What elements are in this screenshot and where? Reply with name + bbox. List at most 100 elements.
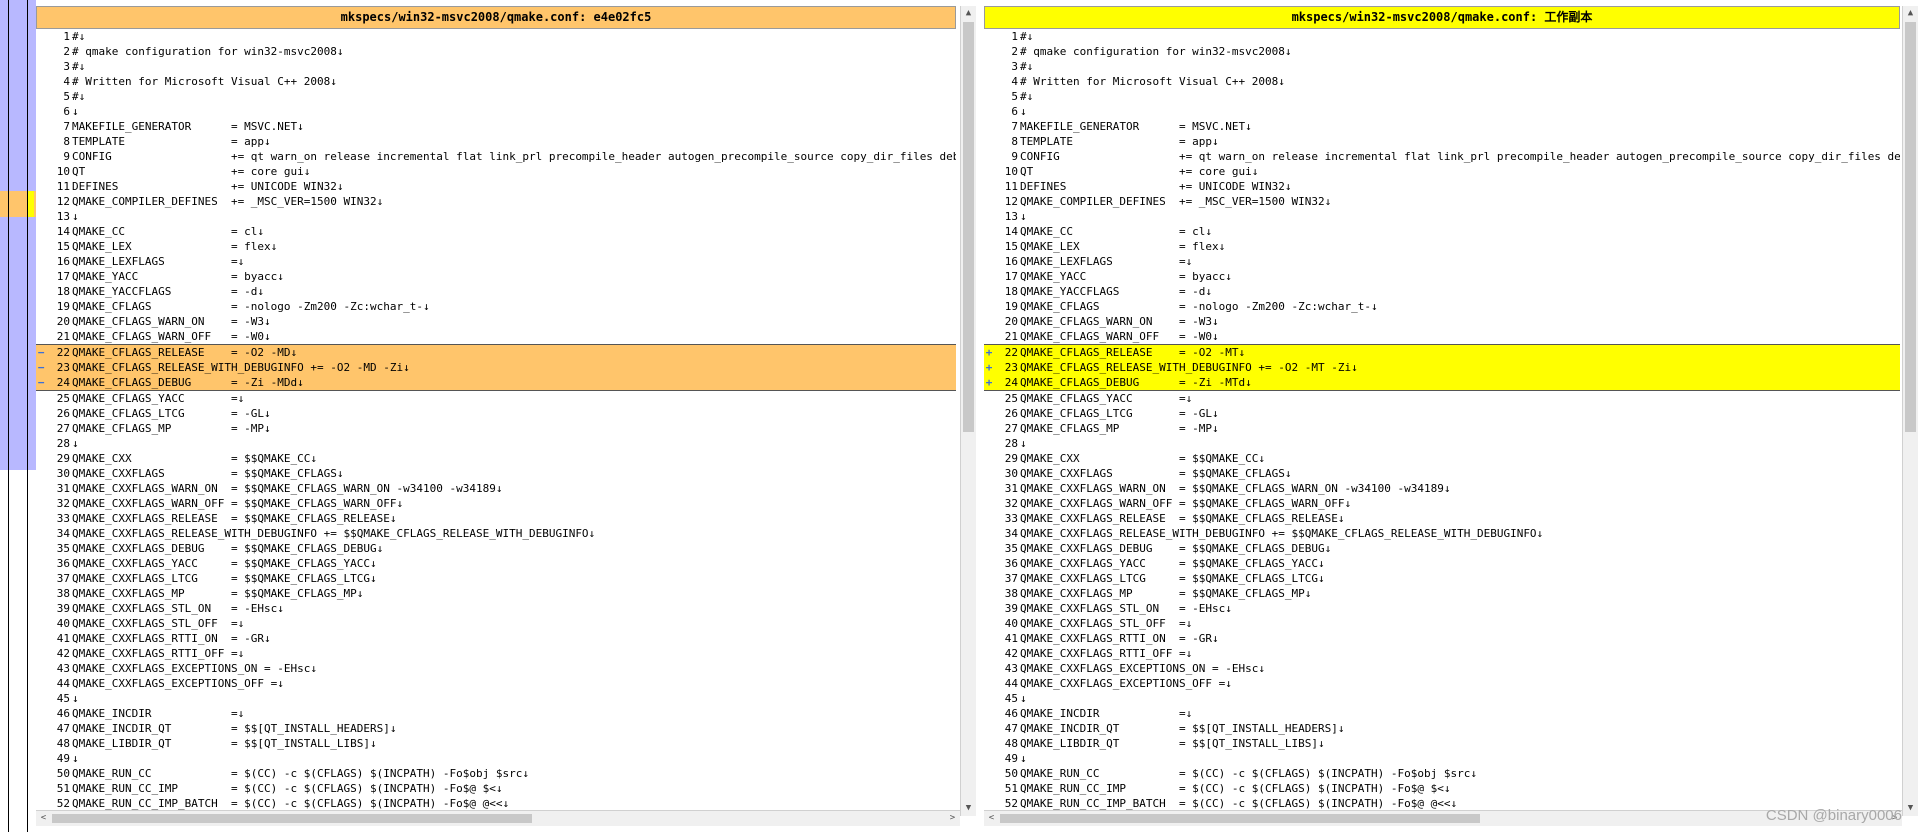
code-line[interactable]: 26 QMAKE_CFLAGS_LTCG = -GL↓ [36, 406, 956, 421]
code-line[interactable]: 40 QMAKE_CXXFLAGS_STL_OFF =↓ [36, 616, 956, 631]
code-line[interactable]: 34 QMAKE_CXXFLAGS_RELEASE_WITH_DEBUGINFO … [36, 526, 956, 541]
line-text[interactable]: #↓ [1020, 89, 1900, 104]
line-text[interactable]: QMAKE_YACCFLAGS = -d↓ [1020, 284, 1900, 299]
code-line[interactable]: 10 QT += core gui↓ [36, 164, 956, 179]
line-text[interactable]: QMAKE_CFLAGS_DEBUG = -Zi -MTd↓ [1020, 375, 1900, 390]
code-line[interactable]: 12 QMAKE_COMPILER_DEFINES += _MSC_VER=150… [36, 194, 956, 209]
line-text[interactable]: QMAKE_CXX = $$QMAKE_CC↓ [72, 451, 956, 466]
code-line[interactable]: 11 DEFINES += UNICODE WIN32↓ [984, 179, 1900, 194]
line-text[interactable]: QMAKE_LEXFLAGS =↓ [1020, 254, 1900, 269]
line-text[interactable]: CONFIG += qt warn_on release incremental… [72, 149, 956, 164]
code-line[interactable]: 35 QMAKE_CXXFLAGS_DEBUG = $$QMAKE_CFLAGS_… [36, 541, 956, 556]
changed-code-line[interactable]: −24 QMAKE_CFLAGS_DEBUG = -Zi -MDd↓ [36, 375, 956, 391]
diff-location-bar[interactable] [0, 0, 37, 832]
code-line[interactable]: 19 QMAKE_CFLAGS = -nologo -Zm200 -Zc:wcha… [984, 299, 1900, 314]
line-text[interactable]: ↓ [1020, 209, 1900, 224]
code-line[interactable]: 34 QMAKE_CXXFLAGS_RELEASE_WITH_DEBUGINFO … [984, 526, 1900, 541]
code-line[interactable]: 41 QMAKE_CXXFLAGS_RTTI_ON = -GR↓ [984, 631, 1900, 646]
code-line[interactable]: 44 QMAKE_CXXFLAGS_EXCEPTIONS_OFF =↓ [36, 676, 956, 691]
code-line[interactable]: 15 QMAKE_LEX = flex↓ [36, 239, 956, 254]
line-text[interactable]: ↓ [72, 751, 956, 766]
line-text[interactable]: QMAKE_INCDIR =↓ [72, 706, 956, 721]
code-line[interactable]: 32 QMAKE_CXXFLAGS_WARN_OFF = $$QMAKE_CFLA… [984, 496, 1900, 511]
code-line[interactable]: 5 #↓ [984, 89, 1900, 104]
line-text[interactable]: QMAKE_CXXFLAGS_RELEASE_WITH_DEBUGINFO +=… [1020, 526, 1900, 541]
code-line[interactable]: 27 QMAKE_CFLAGS_MP = -MP↓ [984, 421, 1900, 436]
line-text[interactable]: CONFIG += qt warn_on release incremental… [1020, 149, 1900, 164]
code-line[interactable]: 46 QMAKE_INCDIR =↓ [984, 706, 1900, 721]
line-text[interactable]: # Written for Microsoft Visual C++ 2008↓ [72, 74, 956, 89]
code-line[interactable]: 20 QMAKE_CFLAGS_WARN_ON = -W3↓ [36, 314, 956, 329]
line-text[interactable]: QMAKE_CFLAGS_YACC =↓ [72, 391, 956, 406]
line-text[interactable]: QMAKE_CXXFLAGS_STL_OFF =↓ [1020, 616, 1900, 631]
code-line[interactable]: 51 QMAKE_RUN_CC_IMP = $(CC) -c $(CFLAGS) … [36, 781, 956, 796]
line-text[interactable]: TEMPLATE = app↓ [72, 134, 956, 149]
line-text[interactable]: QMAKE_RUN_CC = $(CC) -c $(CFLAGS) $(INCP… [72, 766, 956, 781]
changed-code-line[interactable]: −23 QMAKE_CFLAGS_RELEASE_WITH_DEBUGINFO +… [36, 360, 956, 375]
code-line[interactable]: 36 QMAKE_CXXFLAGS_YACC = $$QMAKE_CFLAGS_Y… [36, 556, 956, 571]
changed-code-line[interactable]: −22 QMAKE_CFLAGS_RELEASE = -O2 -MD↓ [36, 344, 956, 360]
line-text[interactable]: QMAKE_YACC = byacc↓ [72, 269, 956, 284]
code-line[interactable]: 8 TEMPLATE = app↓ [984, 134, 1900, 149]
code-line[interactable]: 2 # qmake configuration for win32-msvc200… [36, 44, 956, 59]
line-text[interactable]: QMAKE_CXXFLAGS_RTTI_OFF =↓ [1020, 646, 1900, 661]
code-line[interactable]: 32 QMAKE_CXXFLAGS_WARN_OFF = $$QMAKE_CFLA… [36, 496, 956, 511]
line-text[interactable]: QMAKE_CXXFLAGS_RTTI_ON = -GR↓ [72, 631, 956, 646]
line-text[interactable]: QMAKE_RUN_CC_IMP = $(CC) -c $(CFLAGS) $(… [72, 781, 956, 796]
line-text[interactable]: QMAKE_CXXFLAGS_EXCEPTIONS_ON = -EHsc↓ [72, 661, 956, 676]
left-diff-pane[interactable]: mkspecs/win32-msvc2008/qmake.conf: e4e02… [36, 0, 981, 832]
code-line[interactable]: 7 MAKEFILE_GENERATOR = MSVC.NET↓ [984, 119, 1900, 134]
line-text[interactable]: QMAKE_CXXFLAGS_MP = $$QMAKE_CFLAGS_MP↓ [1020, 586, 1900, 601]
code-line[interactable]: 29 QMAKE_CXX = $$QMAKE_CC↓ [36, 451, 956, 466]
line-text[interactable]: MAKEFILE_GENERATOR = MSVC.NET↓ [72, 119, 956, 134]
line-text[interactable]: QMAKE_CXXFLAGS_WARN_OFF = $$QMAKE_CFLAGS… [1020, 496, 1900, 511]
code-line[interactable]: 12 QMAKE_COMPILER_DEFINES += _MSC_VER=150… [984, 194, 1900, 209]
code-line[interactable]: 6 ↓ [36, 104, 956, 119]
code-line[interactable]: 41 QMAKE_CXXFLAGS_RTTI_ON = -GR↓ [36, 631, 956, 646]
changed-code-line[interactable]: +24 QMAKE_CFLAGS_DEBUG = -Zi -MTd↓ [984, 375, 1900, 391]
code-line[interactable]: 1 #↓ [36, 29, 956, 44]
code-line[interactable]: 18 QMAKE_YACCFLAGS = -d↓ [36, 284, 956, 299]
line-text[interactable]: DEFINES += UNICODE WIN32↓ [72, 179, 956, 194]
code-line[interactable]: 8 TEMPLATE = app↓ [36, 134, 956, 149]
code-line[interactable]: 28 ↓ [36, 436, 956, 451]
line-text[interactable]: QMAKE_CXX = $$QMAKE_CC↓ [1020, 451, 1900, 466]
line-text[interactable]: QMAKE_CFLAGS_MP = -MP↓ [1020, 421, 1900, 436]
line-text[interactable]: QMAKE_CXXFLAGS_YACC = $$QMAKE_CFLAGS_YAC… [72, 556, 956, 571]
code-line[interactable]: 43 QMAKE_CXXFLAGS_EXCEPTIONS_ON = -EHsc↓ [984, 661, 1900, 676]
left-code-view[interactable]: 1 #↓ 2 # qmake configuration for win32-msvc… [36, 29, 956, 811]
code-line[interactable]: 49 ↓ [984, 751, 1900, 766]
code-line[interactable]: 45 ↓ [984, 691, 1900, 706]
right-vertical-scrollbar[interactable]: ▲ ▼ [1902, 6, 1918, 816]
code-line[interactable]: 21 QMAKE_CFLAGS_WARN_OFF = -W0↓ [36, 329, 956, 344]
line-text[interactable]: ↓ [1020, 751, 1900, 766]
line-text[interactable]: QMAKE_CXXFLAGS_LTCG = $$QMAKE_CFLAGS_LTC… [1020, 571, 1900, 586]
scroll-down-arrow-icon[interactable]: ▼ [1903, 801, 1918, 816]
code-line[interactable]: 11 DEFINES += UNICODE WIN32↓ [36, 179, 956, 194]
scroll-left-arrow-icon[interactable]: < [36, 811, 51, 826]
code-line[interactable]: 47 QMAKE_INCDIR_QT = $$[QT_INSTALL_HEADER… [984, 721, 1900, 736]
code-line[interactable]: 4 # Written for Microsoft Visual C++ 2008… [984, 74, 1900, 89]
code-line[interactable]: 38 QMAKE_CXXFLAGS_MP = $$QMAKE_CFLAGS_MP↓ [36, 586, 956, 601]
line-text[interactable]: QMAKE_CXXFLAGS = $$QMAKE_CFLAGS↓ [1020, 466, 1900, 481]
scroll-left-arrow-icon[interactable]: < [984, 811, 999, 826]
scroll-up-arrow-icon[interactable]: ▲ [961, 6, 976, 21]
line-text[interactable]: MAKEFILE_GENERATOR = MSVC.NET↓ [1020, 119, 1900, 134]
code-line[interactable]: 50 QMAKE_RUN_CC = $(CC) -c $(CFLAGS) $(IN… [984, 766, 1900, 781]
code-line[interactable]: 37 QMAKE_CXXFLAGS_LTCG = $$QMAKE_CFLAGS_L… [36, 571, 956, 586]
code-line[interactable]: 15 QMAKE_LEX = flex↓ [984, 239, 1900, 254]
code-line[interactable]: 27 QMAKE_CFLAGS_MP = -MP↓ [36, 421, 956, 436]
code-line[interactable]: 42 QMAKE_CXXFLAGS_RTTI_OFF =↓ [984, 646, 1900, 661]
line-text[interactable]: QMAKE_CFLAGS_RELEASE_WITH_DEBUGINFO += -… [1020, 360, 1900, 375]
line-text[interactable]: QMAKE_CXXFLAGS_STL_ON = -EHsc↓ [1020, 601, 1900, 616]
left-vertical-scrollbar[interactable]: ▲ ▼ [960, 6, 976, 816]
code-line[interactable]: 5 #↓ [36, 89, 956, 104]
line-text[interactable]: QMAKE_CXXFLAGS_RTTI_ON = -GR↓ [1020, 631, 1900, 646]
line-text[interactable]: DEFINES += UNICODE WIN32↓ [1020, 179, 1900, 194]
line-text[interactable]: QMAKE_CXXFLAGS_LTCG = $$QMAKE_CFLAGS_LTC… [72, 571, 956, 586]
left-hscroll-thumb[interactable] [52, 814, 532, 823]
code-line[interactable]: 1 #↓ [984, 29, 1900, 44]
line-text[interactable]: QMAKE_INCDIR =↓ [1020, 706, 1900, 721]
line-text[interactable]: #↓ [72, 89, 956, 104]
line-text[interactable]: QMAKE_RUN_CC_IMP_BATCH = $(CC) -c $(CFLA… [72, 796, 956, 811]
